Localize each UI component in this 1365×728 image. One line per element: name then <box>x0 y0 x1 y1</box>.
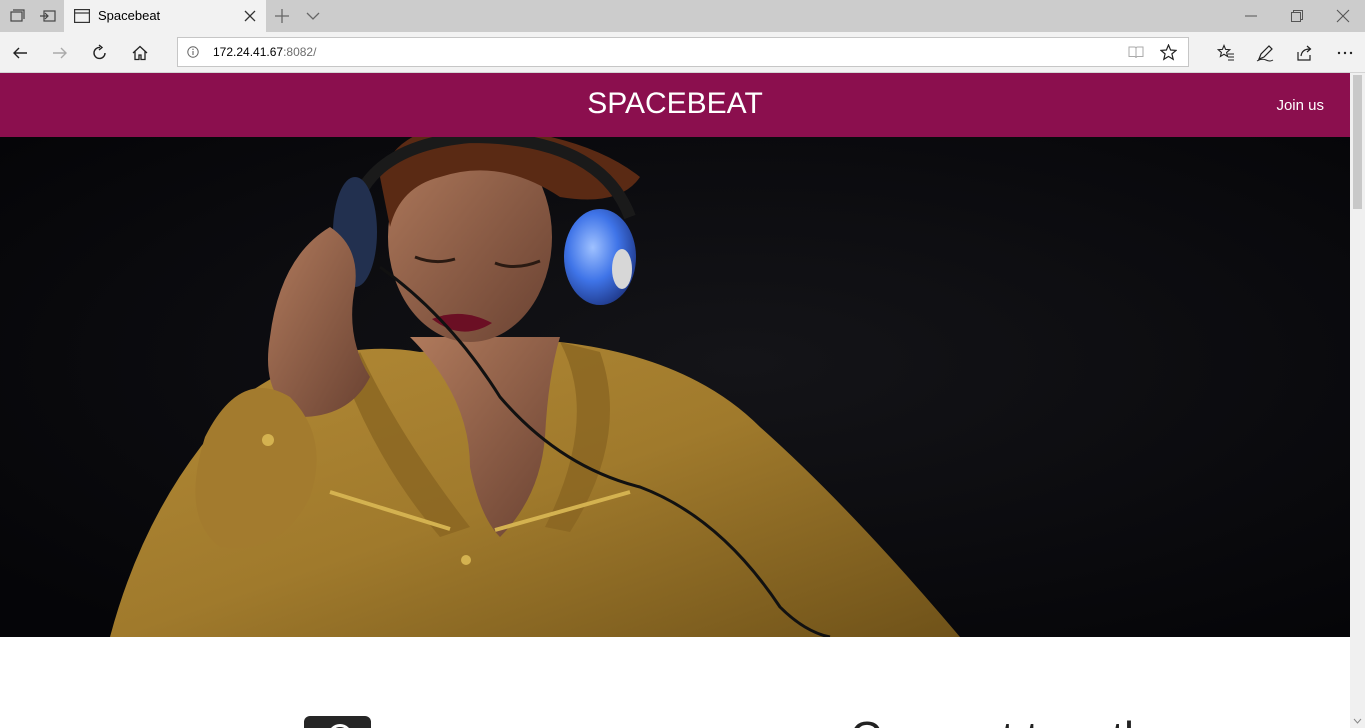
address-toolbar: 172.24.41.67:8082/ <box>0 32 1365 73</box>
set-aside-tabs-icon[interactable] <box>39 7 57 25</box>
scrollbar-thumb[interactable] <box>1353 75 1362 209</box>
hero-image <box>0 137 1350 637</box>
section-heading: Connect together <box>850 713 1188 728</box>
close-window-icon[interactable] <box>1336 9 1350 23</box>
minimize-icon[interactable] <box>1244 9 1258 23</box>
url-text: 172.24.41.67:8082/ <box>213 45 316 59</box>
new-tab-icon[interactable] <box>274 8 290 24</box>
page-scrollbar[interactable] <box>1350 73 1365 728</box>
join-us-link[interactable]: Join us <box>1276 97 1324 114</box>
site-header: SPACEBEAT Join us <box>0 73 1350 137</box>
forward-icon[interactable] <box>51 44 69 62</box>
hero-photo <box>0 137 1350 637</box>
active-tab[interactable]: Spacebeat <box>64 0 266 32</box>
content-section: Connect together <box>0 637 1350 728</box>
restore-icon[interactable] <box>1290 9 1304 23</box>
favorites-icon[interactable] <box>1217 44 1235 62</box>
star-icon[interactable] <box>1160 44 1177 61</box>
refresh-icon[interactable] <box>91 44 109 62</box>
headphones-icon <box>304 716 371 728</box>
share-icon[interactable] <box>1296 44 1314 62</box>
address-input[interactable]: 172.24.41.67:8082/ <box>177 37 1189 67</box>
tab-title: Spacebeat <box>98 8 161 23</box>
tab-bar: Spacebeat <box>0 0 1365 32</box>
info-icon[interactable] <box>187 46 199 58</box>
close-tab-icon[interactable] <box>244 10 256 22</box>
more-icon[interactable] <box>1336 44 1354 62</box>
pen-icon[interactable] <box>1256 44 1274 62</box>
scroll-down-icon[interactable] <box>1353 717 1362 725</box>
page-icon <box>74 9 90 23</box>
reading-view-icon[interactable] <box>1128 45 1144 59</box>
chevron-down-icon[interactable] <box>306 10 320 22</box>
back-icon[interactable] <box>11 44 29 62</box>
page-viewport: SPACEBEAT Join us <box>0 73 1350 728</box>
home-icon[interactable] <box>131 44 149 62</box>
url-host: 172.24.41.67 <box>213 45 284 59</box>
tabs-aside-icon[interactable] <box>8 7 26 25</box>
url-path: :8082/ <box>283 45 317 59</box>
site-title[interactable]: SPACEBEAT <box>0 87 1350 121</box>
